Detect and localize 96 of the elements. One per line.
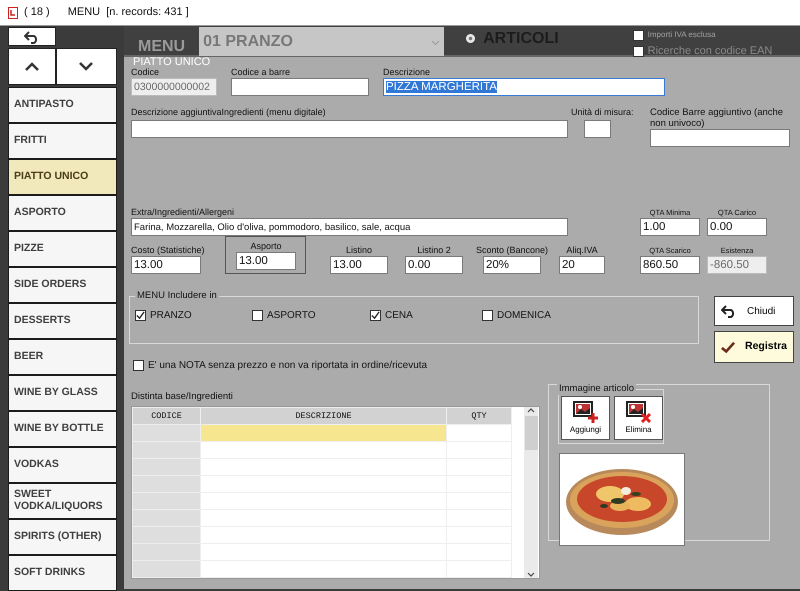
table-cell — [132, 424, 200, 442]
category-item[interactable]: VODKAS — [8, 447, 117, 483]
window-title: MENU [n. records: 431 ] — [68, 5, 189, 20]
field-label: Codice a barre — [231, 67, 292, 78]
field-label: Codice Barre aggiuntivo (anche non univoco) — [650, 107, 784, 129]
chevron-up-icon — [24, 62, 39, 71]
field-label: Extra/Ingredienti/Allergeni — [131, 207, 236, 218]
image-remove-icon — [626, 400, 651, 422]
table-cell — [132, 526, 200, 544]
radio-button[interactable] — [466, 34, 476, 43]
input-field[interactable]: 13.00 — [131, 256, 201, 274]
input-field[interactable] — [650, 129, 790, 147]
grid-label: Distinta base/Ingredienti — [131, 391, 234, 402]
back-button[interactable] — [8, 27, 56, 46]
input-field[interactable]: Farina, Mozzarella, Olio d'oliva, pommodoro, basilico, sale, acqua — [131, 218, 568, 236]
table-cell — [132, 510, 200, 526]
save-button[interactable]: Registra — [714, 331, 794, 363]
add-image-button[interactable]: Aggiungi — [561, 396, 610, 440]
scrollbar-thumb[interactable] — [524, 416, 538, 450]
input-field[interactable]: 1.00 — [640, 218, 700, 236]
input-field[interactable]: 0.00 — [707, 218, 767, 236]
chevron-down-icon — [79, 62, 94, 71]
option-label: Ricerche con codice EAN — [648, 44, 772, 59]
table-cell — [132, 458, 200, 476]
input-field[interactable]: 860.50 — [640, 256, 700, 274]
field-label: Sconto (Bancone) — [476, 245, 548, 256]
column-header[interactable]: DESCRIZIONE — [200, 408, 446, 424]
table-cell — [446, 442, 512, 458]
field-label: Listino 2 — [417, 245, 451, 256]
field-label: Descrizione aggiuntivaIngredienti (menu digitale) — [131, 107, 327, 118]
category-item[interactable]: PIZZE — [8, 231, 117, 267]
checkbox[interactable] — [133, 360, 144, 371]
back-icon — [721, 304, 737, 318]
checkbox[interactable] — [135, 310, 146, 321]
category-item[interactable]: FRITTI — [8, 123, 117, 159]
field-label: Unità di misura: — [571, 107, 635, 118]
table-cell — [132, 476, 200, 492]
scroll-up-icon[interactable] — [527, 407, 535, 413]
checkbox-label: E' una NOTA senza prezzo e non va riportata in ordine/ricevuta — [148, 359, 428, 373]
input-field[interactable] — [231, 78, 369, 96]
category-item[interactable]: DESSERTS — [8, 303, 117, 339]
column-header[interactable]: CODICE — [132, 408, 200, 424]
option-label: Importi IVA esclusa — [648, 29, 716, 41]
checkbox-label: DOMENICA — [497, 309, 551, 323]
category-item[interactable]: WINE BY BOTTLE — [8, 411, 117, 447]
column-header[interactable]: QTY — [446, 408, 512, 424]
category-item[interactable]: BEER — [8, 339, 117, 375]
app-icon — [8, 6, 18, 18]
category-item[interactable]: SWEET VODKA/LIQUORS — [8, 483, 117, 519]
category-item[interactable]: WINE BY GLASS — [8, 375, 117, 411]
scrollbar[interactable] — [524, 407, 538, 578]
window-count: ( 18 ) — [24, 5, 50, 20]
category-item[interactable]: PIATTO UNICO — [8, 159, 117, 195]
field-label: Asporto — [250, 241, 282, 252]
input-field[interactable]: 13.00 — [330, 256, 388, 274]
field-label: Codice — [131, 67, 160, 78]
section-title: MENU — [138, 37, 186, 55]
checkbox[interactable] — [482, 310, 493, 321]
field-label: Listino — [346, 245, 372, 256]
checkbox[interactable] — [252, 310, 263, 321]
category-item[interactable]: SIDE ORDERS — [8, 267, 117, 303]
table-cell — [132, 442, 200, 458]
table-cell — [132, 544, 200, 560]
table-cell — [132, 492, 200, 510]
scroll-down-icon[interactable] — [527, 572, 535, 578]
checkbox[interactable] — [370, 310, 381, 321]
checkmark-icon — [721, 340, 735, 354]
input-field[interactable] — [584, 120, 611, 138]
back-icon — [24, 30, 40, 44]
input-field[interactable]: 20% — [483, 256, 541, 274]
input-field[interactable]: PIZZA MARGHERITA — [383, 78, 665, 96]
table-cell — [446, 424, 512, 442]
category-item[interactable]: SPIRITS (OTHER) — [8, 519, 117, 555]
group-title: Immagine articolo — [557, 383, 636, 395]
checkbox[interactable] — [632, 46, 644, 57]
input-field[interactable]: 20 — [559, 256, 605, 274]
table-cell — [446, 560, 512, 578]
dropdown-caret-icon — [431, 40, 440, 46]
image-add-icon — [573, 400, 598, 422]
table-cell — [132, 560, 200, 578]
input-field[interactable]: 0.00 — [405, 256, 463, 274]
down-button[interactable] — [56, 48, 117, 85]
input-field[interactable]: 13.00 — [236, 252, 296, 270]
field-label: Aliq.IVA — [566, 245, 598, 256]
up-button[interactable] — [8, 48, 56, 85]
field-label: Descrizione — [383, 67, 432, 78]
category-item[interactable]: SOFT DRINKS — [8, 555, 117, 591]
checkbox-label: ASPORTO — [267, 309, 316, 323]
checkbox-label: PRANZO — [150, 309, 192, 323]
checkbox-label: CENA — [385, 309, 413, 323]
category-item[interactable]: ANTIPASTO — [8, 87, 117, 123]
close-button[interactable]: Chiudi — [714, 296, 794, 326]
input-field[interactable] — [131, 120, 568, 138]
group-title: PIATTO UNICO — [133, 57, 212, 67]
category-item[interactable]: ASPORTO — [8, 195, 117, 231]
remove-image-button[interactable]: Elimina — [614, 396, 663, 440]
